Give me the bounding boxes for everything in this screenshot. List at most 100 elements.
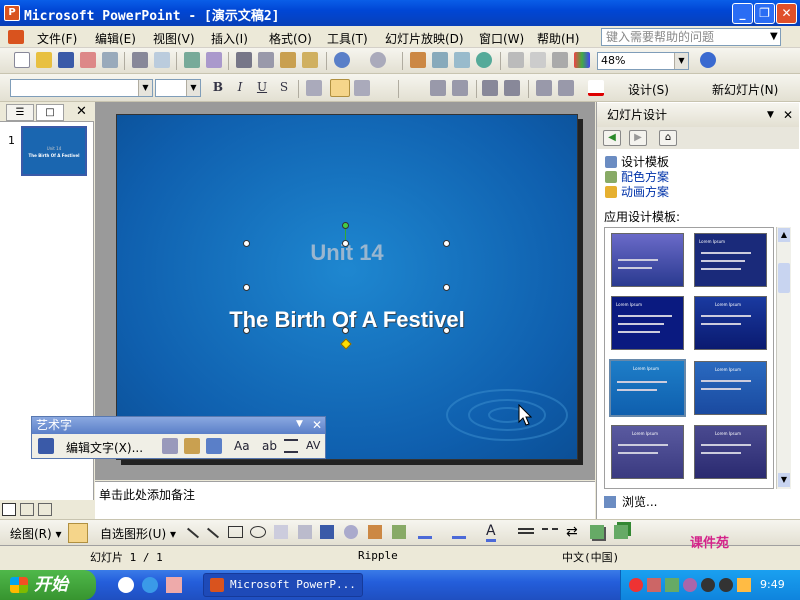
rectangle-icon[interactable]: [228, 526, 243, 538]
alignment-icon[interactable]: [284, 439, 298, 453]
taskbar-powerpoint[interactable]: Microsoft PowerP...: [203, 573, 363, 597]
textbox-icon[interactable]: [274, 525, 288, 539]
menu-window[interactable]: 窗口(W): [479, 30, 524, 47]
document-icon[interactable]: [8, 30, 24, 44]
chevron-down-icon[interactable]: ▼: [674, 53, 688, 69]
print-icon[interactable]: [132, 52, 148, 68]
chart-icon[interactable]: [410, 52, 426, 68]
wordart-shape-icon[interactable]: [206, 438, 222, 454]
media-player-icon[interactable]: [118, 577, 134, 593]
link-animation-schemes[interactable]: 动画方案: [605, 183, 669, 200]
template-thumbnail[interactable]: Lorem Ipsum: [694, 296, 767, 350]
format-wordart-icon[interactable]: [184, 438, 200, 454]
insert-wordart-icon[interactable]: [38, 438, 54, 454]
font-name-select[interactable]: ▼: [10, 79, 153, 97]
align-right-icon[interactable]: [354, 80, 370, 96]
select-objects-icon[interactable]: [68, 523, 88, 543]
autoshapes-button[interactable]: 自选图形(U) ▾: [100, 525, 176, 542]
resize-handle-nw[interactable]: [243, 240, 250, 247]
grid-icon[interactable]: [552, 52, 568, 68]
resize-handle-n[interactable]: [342, 240, 349, 247]
tray-icon[interactable]: [737, 578, 751, 592]
forward-icon[interactable]: ▶: [629, 130, 647, 146]
help-search-input[interactable]: 键入需要帮助的问题: [601, 28, 781, 46]
back-icon[interactable]: ◀: [603, 130, 621, 146]
template-thumbnail[interactable]: Lorem Ipsum: [694, 361, 767, 415]
restore-button[interactable]: ❐: [754, 3, 775, 24]
resize-handle-ne[interactable]: [443, 240, 450, 247]
slideshow-icon[interactable]: [38, 503, 52, 516]
menu-view[interactable]: 视图(V): [153, 30, 195, 47]
zoom-select[interactable]: 48% ▼: [597, 52, 689, 70]
template-thumbnail[interactable]: Lorem Ipsum: [694, 233, 767, 287]
expand-icon[interactable]: [508, 52, 524, 68]
menu-format[interactable]: 格式(O): [269, 30, 312, 47]
template-thumbnail[interactable]: Lorem Ipsum: [611, 425, 684, 479]
slide-sorter-icon[interactable]: [20, 503, 34, 516]
chevron-down-icon[interactable]: ▼: [138, 80, 152, 96]
wordart-icon[interactable]: [320, 525, 334, 539]
bold-button[interactable]: B: [209, 79, 227, 95]
menu-file[interactable]: 文件(F): [37, 30, 77, 47]
research-icon[interactable]: [206, 52, 222, 68]
menu-slideshow[interactable]: 幻灯片放映(D): [385, 30, 464, 47]
vertical-textbox-icon[interactable]: [298, 525, 312, 539]
save-icon[interactable]: [58, 52, 74, 68]
clipart-icon[interactable]: [368, 525, 382, 539]
menu-edit[interactable]: 编辑(E): [95, 30, 136, 47]
tray-icon[interactable]: [665, 578, 679, 592]
close-icon[interactable]: ✕: [76, 104, 87, 119]
arrow-icon[interactable]: [206, 527, 220, 539]
wordart-selection[interactable]: [247, 244, 446, 331]
template-thumbnail-selected[interactable]: Lorem Ipsum: [609, 359, 686, 417]
help-icon[interactable]: [700, 52, 716, 68]
oval-icon[interactable]: [250, 526, 266, 538]
print-preview-icon[interactable]: [154, 52, 170, 68]
align-center-icon[interactable]: [330, 79, 350, 97]
line-icon[interactable]: [186, 527, 200, 539]
home-icon[interactable]: ⌂: [659, 130, 677, 146]
email-icon[interactable]: [102, 52, 118, 68]
menu-insert[interactable]: 插入(I): [211, 30, 248, 47]
menu-tools[interactable]: 工具(T): [327, 30, 368, 47]
shadow-button[interactable]: S: [275, 79, 293, 95]
font-size-select[interactable]: ▼: [155, 79, 201, 97]
hyperlink-icon[interactable]: [476, 52, 492, 68]
diagram-icon[interactable]: [344, 525, 358, 539]
line-style-icon[interactable]: [518, 528, 534, 534]
start-button[interactable]: 开始: [0, 570, 96, 600]
format-painter-icon[interactable]: [302, 52, 318, 68]
chevron-down-icon[interactable]: ▼: [296, 419, 303, 429]
table-icon[interactable]: [432, 52, 448, 68]
align-left-icon[interactable]: [306, 80, 322, 96]
tray-icon[interactable]: [719, 578, 733, 592]
italic-button[interactable]: I: [231, 79, 249, 95]
chevron-down-icon[interactable]: ▼: [770, 31, 778, 42]
new-slide-button[interactable]: 新幻灯片(N): [696, 81, 780, 98]
line-color-icon[interactable]: [452, 525, 466, 539]
slide-thumbnail[interactable]: Unit 14 The Birth Of A Festivel: [21, 126, 87, 176]
increase-font-icon[interactable]: [482, 80, 498, 96]
fill-color-icon[interactable]: [418, 525, 432, 539]
new-icon[interactable]: [14, 52, 30, 68]
spelling-icon[interactable]: [184, 52, 200, 68]
paste-icon[interactable]: [280, 52, 296, 68]
bullets-icon[interactable]: [452, 80, 468, 96]
tray-icon[interactable]: [647, 578, 661, 592]
tray-icon[interactable]: [683, 578, 697, 592]
tab-slides[interactable]: □: [36, 104, 64, 121]
template-scrollbar[interactable]: ▲ ▼: [776, 227, 791, 489]
edit-text-button[interactable]: 编辑文字(X)...: [66, 439, 143, 456]
3d-style-icon[interactable]: [614, 525, 628, 539]
template-thumbnail[interactable]: Lorem Ipsum: [694, 425, 767, 479]
shadow-style-icon[interactable]: [590, 525, 604, 539]
same-height-button[interactable]: Aa: [234, 439, 250, 453]
chevron-down-icon[interactable]: ▼: [767, 103, 774, 127]
arrow-style-icon[interactable]: ⇄: [566, 524, 578, 540]
open-icon[interactable]: [36, 52, 52, 68]
picture-icon[interactable]: [392, 525, 406, 539]
scroll-up-icon[interactable]: ▲: [778, 228, 790, 242]
minimize-button[interactable]: _: [732, 3, 753, 24]
powerpoint-app-icon[interactable]: P: [4, 5, 20, 21]
normal-view-icon[interactable]: [2, 503, 16, 516]
